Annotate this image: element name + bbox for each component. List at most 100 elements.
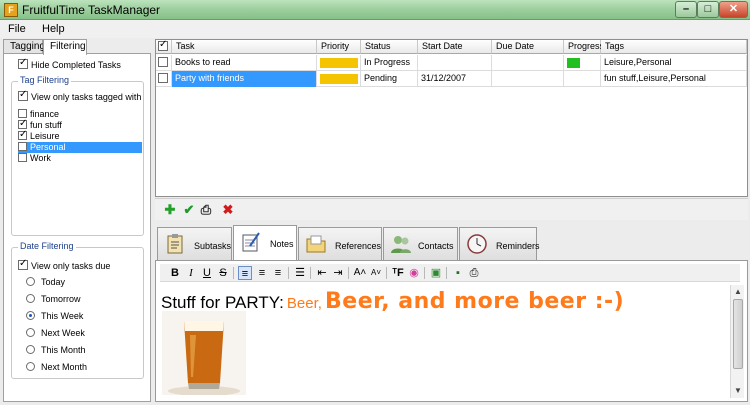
start-date-cell[interactable] — [418, 55, 492, 71]
font-icon[interactable]: ᵀF — [391, 266, 405, 280]
column-header-start-date[interactable]: Start Date — [418, 40, 492, 54]
tag-checkbox[interactable] — [18, 142, 27, 151]
view-due-row[interactable]: View only tasks due — [18, 258, 110, 271]
radio-button[interactable] — [26, 345, 35, 354]
table-row[interactable]: Books to read In Progress Leisure,Person… — [156, 55, 747, 71]
view-tagged-checkbox[interactable] — [18, 89, 28, 101]
tag-filtering-title: Tag Filtering — [18, 75, 72, 85]
indent-icon[interactable]: ⇥ — [331, 266, 345, 280]
print-icon[interactable]: ⎙ — [199, 203, 213, 217]
tag-item-leisure[interactable]: Leisure — [18, 129, 142, 142]
due-date-cell[interactable] — [492, 55, 564, 71]
radio-button[interactable] — [26, 362, 35, 371]
column-header-due-date[interactable]: Due Date — [492, 40, 564, 54]
tab-filtering[interactable]: Filtering — [43, 39, 87, 55]
tag-checkbox[interactable] — [18, 129, 27, 140]
status-cell[interactable]: Pending — [361, 71, 418, 87]
column-header-progress[interactable]: Progress — [564, 40, 604, 54]
tag-label: finance — [30, 109, 60, 119]
row-checkbox[interactable] — [158, 73, 168, 83]
view-due-checkbox[interactable] — [18, 258, 28, 270]
task-cell[interactable]: Party with friends — [172, 71, 317, 87]
start-date-cell[interactable]: 31/12/2007 — [418, 71, 492, 87]
tag-item-work[interactable]: Work — [18, 153, 142, 164]
tag-checkbox[interactable] — [18, 118, 27, 129]
radio-button[interactable] — [26, 328, 35, 337]
column-header-status[interactable]: Status — [361, 40, 418, 54]
tag-item-personal[interactable]: Personal — [18, 142, 142, 153]
progress-cell[interactable] — [564, 55, 601, 71]
due-date-cell[interactable] — [492, 71, 564, 87]
tab-subtasks[interactable]: Subtasks — [157, 227, 232, 260]
align-left-icon[interactable]: ≡ — [238, 266, 252, 280]
tags-cell[interactable]: Leisure,Personal — [601, 55, 747, 71]
add-icon[interactable]: ✚ — [163, 203, 177, 217]
tab-contacts[interactable]: Contacts — [383, 227, 458, 260]
tag-item-fun-stuff[interactable]: fun stuff — [18, 118, 142, 131]
radio-label: Today — [41, 277, 66, 287]
notes-editor[interactable]: Stuff for PARTY: Beer, Beer, and more be… — [160, 285, 729, 398]
menu-help[interactable]: Help — [42, 23, 65, 35]
column-header-priority[interactable]: Priority — [317, 40, 361, 54]
notepad-icon — [242, 232, 260, 252]
tags-cell[interactable]: fun stuff,Leisure,Personal — [601, 71, 747, 87]
radio-button[interactable] — [26, 294, 35, 303]
column-header-task[interactable]: Task — [172, 40, 317, 54]
notes-scrollbar[interactable]: ▲ ▼ — [730, 285, 744, 398]
font-shrink-icon[interactable]: A˅ — [369, 266, 383, 280]
outdent-icon[interactable]: ⇤ — [315, 266, 329, 280]
progress-cell[interactable] — [564, 71, 601, 87]
italic-icon[interactable]: I — [184, 266, 198, 280]
priority-cell[interactable] — [317, 71, 361, 87]
radio-button[interactable] — [26, 277, 35, 286]
color-picker-icon[interactable]: ◉ — [407, 266, 421, 280]
row-select-cell[interactable] — [156, 71, 172, 87]
tab-reminders[interactable]: Reminders — [459, 227, 540, 260]
tag-checkbox[interactable] — [18, 109, 27, 118]
menu-file[interactable]: File — [8, 23, 26, 35]
print-icon[interactable]: ⎙ — [467, 266, 481, 280]
row-checkbox[interactable] — [158, 57, 168, 67]
insert-image-icon[interactable]: ▣ — [429, 266, 443, 280]
status-cell[interactable]: In Progress — [361, 55, 418, 71]
align-right-icon[interactable]: ≡ — [271, 266, 285, 280]
radio-today[interactable]: Today — [26, 277, 65, 287]
scroll-up-icon[interactable]: ▲ — [732, 286, 744, 298]
save-icon[interactable]: ▪ — [451, 266, 465, 280]
radio-tomorrow[interactable]: Tomorrow — [26, 294, 81, 304]
minimize-button[interactable]: – — [675, 1, 697, 18]
hide-completed-checkbox[interactable] — [18, 57, 28, 69]
tab-notes[interactable]: Notes — [233, 225, 297, 261]
close-button[interactable]: ✕ — [719, 1, 748, 18]
delete-icon[interactable]: ✖ — [221, 203, 235, 217]
radio-next-week[interactable]: Next Week — [26, 328, 85, 338]
window-title: FruitfulTime TaskManager — [22, 3, 161, 17]
row-select-cell[interactable] — [156, 55, 172, 71]
hide-completed-row[interactable]: Hide Completed Tasks — [18, 57, 121, 70]
font-grow-icon[interactable]: A˄ — [353, 266, 367, 280]
tab-tagging[interactable]: Tagging — [3, 39, 45, 54]
underline-icon[interactable]: U — [200, 266, 214, 280]
select-all-checkbox[interactable] — [158, 39, 168, 51]
column-header-tags[interactable]: Tags — [601, 40, 747, 54]
table-row[interactable]: Party with friends Pending 31/12/2007 fu… — [156, 71, 747, 87]
view-tagged-row[interactable]: View only tasks tagged with — [18, 89, 141, 102]
radio-next-month[interactable]: Next Month — [26, 362, 87, 372]
select-all-header[interactable] — [156, 39, 172, 54]
radio-this-week[interactable]: This Week — [26, 311, 83, 321]
tag-checkbox[interactable] — [18, 153, 27, 162]
bullet-list-icon[interactable]: ☰ — [293, 266, 307, 280]
tab-references[interactable]: References — [298, 227, 382, 260]
complete-icon[interactable]: ✔ — [182, 203, 196, 217]
radio-button[interactable] — [26, 311, 35, 320]
tag-item-finance[interactable]: finance — [18, 109, 142, 120]
maximize-button[interactable]: □ — [697, 1, 719, 18]
align-center-icon[interactable]: ≡ — [255, 266, 269, 280]
strikethrough-icon[interactable]: S — [216, 266, 230, 280]
bold-icon[interactable]: B — [168, 266, 182, 280]
priority-cell[interactable] — [317, 55, 361, 71]
scroll-down-icon[interactable]: ▼ — [732, 385, 744, 397]
scroll-thumb[interactable] — [733, 299, 743, 369]
radio-this-month[interactable]: This Month — [26, 345, 86, 355]
task-cell[interactable]: Books to read — [172, 55, 317, 71]
